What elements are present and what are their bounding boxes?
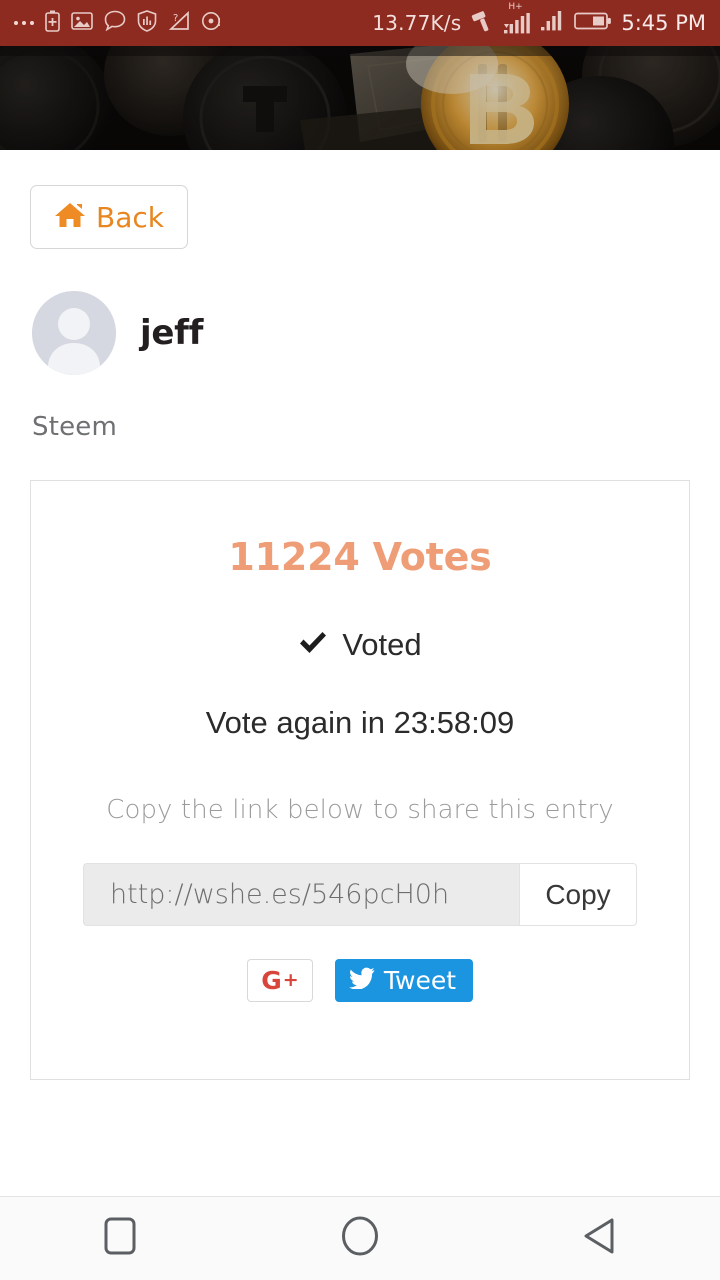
home-button[interactable]	[300, 1197, 420, 1280]
platform-label: Steem	[32, 412, 118, 442]
signal-bars-1-icon: H+	[504, 2, 532, 34]
main-content: Back jeff Steem 11224 Votes Voted Vote a…	[0, 150, 720, 1080]
status-bar: ? 13.77K/s H+ 5:45 PM	[0, 0, 720, 46]
home-icon-glyph	[55, 202, 85, 227]
votes-count-text: 11224 Votes	[228, 535, 492, 579]
profile-header: jeff	[32, 291, 720, 375]
back-triangle-icon	[582, 1217, 618, 1260]
voted-status: Voted	[31, 627, 689, 663]
phone-screen: ? 13.77K/s H+ 5:45 PM Back jeff Steem 11…	[0, 0, 720, 1280]
google-plus-g-letter: G	[261, 966, 282, 995]
gavel-icon	[470, 9, 495, 37]
chat-bubble-icon	[104, 10, 126, 36]
default-avatar-icon	[32, 291, 116, 375]
share-link-row: http://wshe.es/546pcH0h Copy	[83, 863, 637, 926]
shield-icon	[137, 9, 157, 37]
tweet-share-button[interactable]: Tweet	[334, 959, 474, 1002]
status-bar-left-icons: ?	[14, 9, 223, 37]
screenshot-icon	[71, 11, 93, 36]
svg-text:?: ?	[173, 13, 178, 24]
tweet-button-label: Tweet	[383, 966, 457, 995]
crypto-coins-banner	[0, 46, 720, 150]
google-plus-plus-sign: +	[282, 969, 299, 991]
check-icon-glyph	[300, 631, 327, 653]
twitter-bird-icon	[348, 967, 375, 994]
google-plus-share-button[interactable]: G +	[246, 959, 313, 1002]
home-icon	[54, 201, 86, 234]
home-circle-icon	[341, 1216, 379, 1261]
social-share-row: G + Tweet	[31, 959, 689, 1002]
twitter-bird-glyph	[348, 967, 375, 990]
avatar	[32, 291, 116, 375]
vote-card: 11224 Votes Voted Vote again in 23:58:09…	[30, 480, 690, 1080]
share-hint-text: Copy the link below to share this entry	[106, 795, 614, 825]
check-icon	[298, 630, 328, 661]
back-button-label: Back	[96, 200, 164, 234]
signal-bars-2-icon	[541, 10, 565, 36]
back-button-system[interactable]	[540, 1197, 660, 1280]
more-dots-icon	[14, 21, 34, 25]
alarm-icon	[201, 10, 223, 37]
clock-text: 5:45 PM	[621, 11, 706, 35]
battery-saver-icon	[45, 10, 60, 37]
copy-button[interactable]: Copy	[519, 863, 637, 926]
data-usage-icon: ?	[168, 10, 190, 37]
vote-again-timer: Vote again in 23:58:09	[205, 705, 515, 740]
recents-button[interactable]	[60, 1197, 180, 1280]
battery-icon	[574, 10, 612, 37]
status-bar-right-icons: 13.77K/s H+ 5:45 PM	[372, 2, 706, 37]
share-url-input[interactable]: http://wshe.es/546pcH0h	[83, 863, 519, 926]
system-navigation-bar	[0, 1196, 720, 1280]
banner-graphic	[0, 46, 720, 150]
network-type-label: H+	[508, 1, 523, 12]
back-button[interactable]: Back	[30, 185, 188, 249]
voted-label: Voted	[342, 627, 422, 662]
recents-square-icon	[104, 1217, 136, 1260]
username-text: jeff	[140, 313, 204, 353]
network-speed-text: 13.77K/s	[372, 11, 462, 35]
